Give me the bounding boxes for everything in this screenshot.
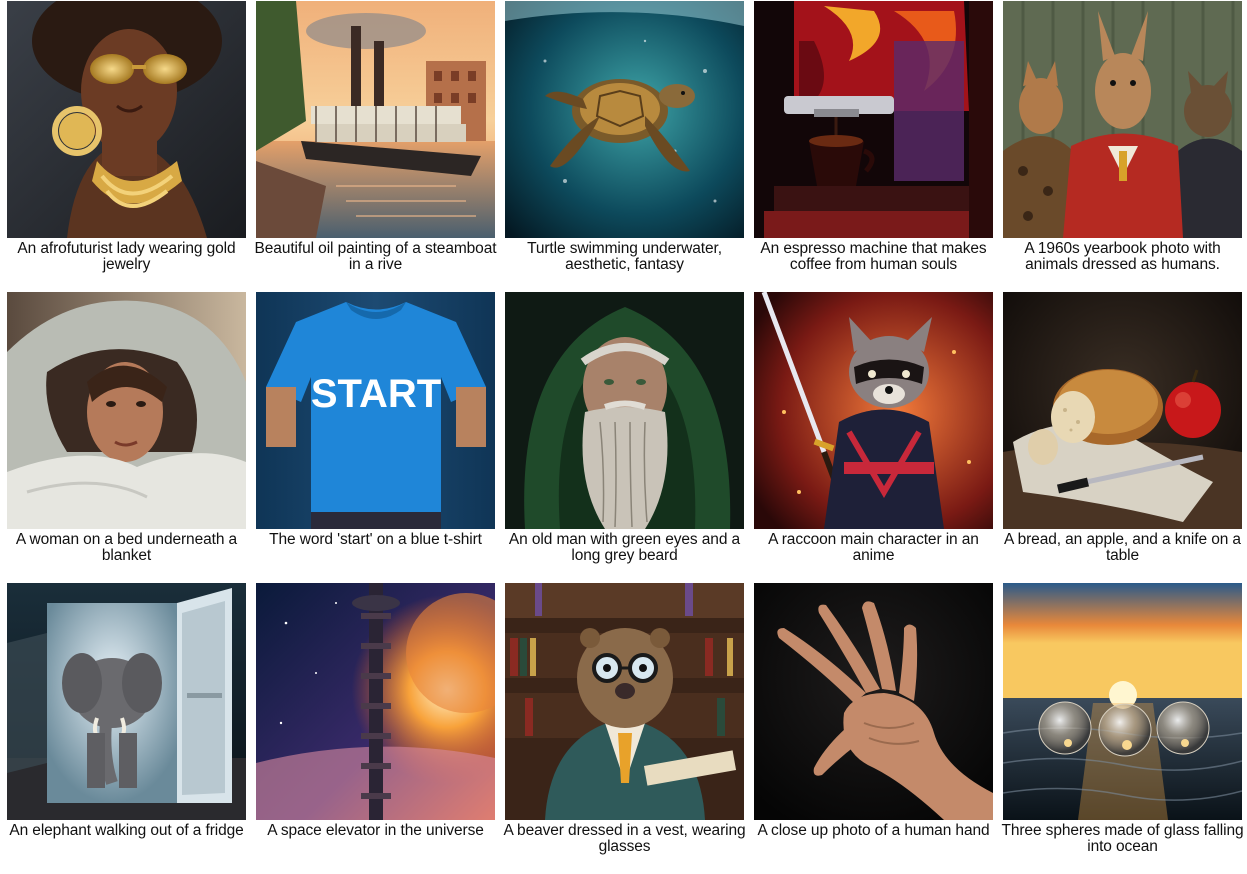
grid-cell: Beautiful oil painting of a steamboat in… <box>256 1 495 292</box>
image-caption: An espresso machine that makes coffee fr… <box>748 241 1000 273</box>
elephant-fridge-image <box>7 583 246 820</box>
image-caption: An afrofuturist lady wearing gold jewelr… <box>1 241 253 273</box>
espresso-machine-image <box>754 1 993 238</box>
image-caption: A close up photo of a human hand <box>748 823 1000 839</box>
grid-cell: An espresso machine that makes coffee fr… <box>754 1 993 292</box>
grid-cell: Three spheres made of glass falling into… <box>1003 583 1242 874</box>
image-caption: Beautiful oil painting of a steamboat in… <box>250 241 502 273</box>
image-caption: A beaver dressed in a vest, wearing glas… <box>499 823 751 855</box>
image-caption: A woman on a bed underneath a blanket <box>1 532 253 564</box>
grid-cell: Turtle swimming underwater, aesthetic, f… <box>505 1 744 292</box>
grid-cell: An old man with green eyes and a long gr… <box>505 292 744 583</box>
grid-cell: A bread, an apple, and a knife on a tabl… <box>1003 292 1242 583</box>
steamboat-painting-image <box>256 1 495 238</box>
image-caption: An old man with green eyes and a long gr… <box>499 532 751 564</box>
image-caption-grid: An afrofuturist lady wearing gold jewelr… <box>7 1 1246 874</box>
grid-cell: An elephant walking out of a fridge <box>7 583 246 874</box>
grid-cell: An afrofuturist lady wearing gold jewelr… <box>7 1 246 292</box>
image-caption: Three spheres made of glass falling into… <box>997 823 1247 855</box>
glass-spheres-ocean-image <box>1003 583 1242 820</box>
image-caption: A space elevator in the universe <box>250 823 502 839</box>
shirt-text: START <box>311 372 441 416</box>
woman-blanket-image <box>7 292 246 529</box>
human-hand-image <box>754 583 993 820</box>
blue-tshirt-image: START <box>256 292 495 529</box>
image-caption: The word 'start' on a blue t-shirt <box>250 532 502 548</box>
image-caption: A bread, an apple, and a knife on a tabl… <box>997 532 1247 564</box>
grid-cell: A raccoon main character in an anime <box>754 292 993 583</box>
old-man-beard-image <box>505 292 744 529</box>
image-caption: A 1960s yearbook photo with animals dres… <box>997 241 1247 273</box>
image-caption: Turtle swimming underwater, aesthetic, f… <box>499 241 751 273</box>
grid-cell: A woman on a bed underneath a blanket <box>7 292 246 583</box>
turtle-underwater-image <box>505 1 744 238</box>
raccoon-anime-image <box>754 292 993 529</box>
grid-cell: A beaver dressed in a vest, wearing glas… <box>505 583 744 874</box>
image-caption: A raccoon main character in an anime <box>748 532 1000 564</box>
space-elevator-image <box>256 583 495 820</box>
grid-cell: A space elevator in the universe <box>256 583 495 874</box>
grid-cell: A close up photo of a human hand <box>754 583 993 874</box>
bread-apple-knife-image <box>1003 292 1242 529</box>
grid-cell: START The word 'start' on a blue t-shirt <box>256 292 495 583</box>
beaver-vest-image <box>505 583 744 820</box>
image-caption: An elephant walking out of a fridge <box>1 823 253 839</box>
afrofuturist-lady-image <box>7 1 246 238</box>
grid-cell: A 1960s yearbook photo with animals dres… <box>1003 1 1242 292</box>
animals-yearbook-image <box>1003 1 1242 238</box>
